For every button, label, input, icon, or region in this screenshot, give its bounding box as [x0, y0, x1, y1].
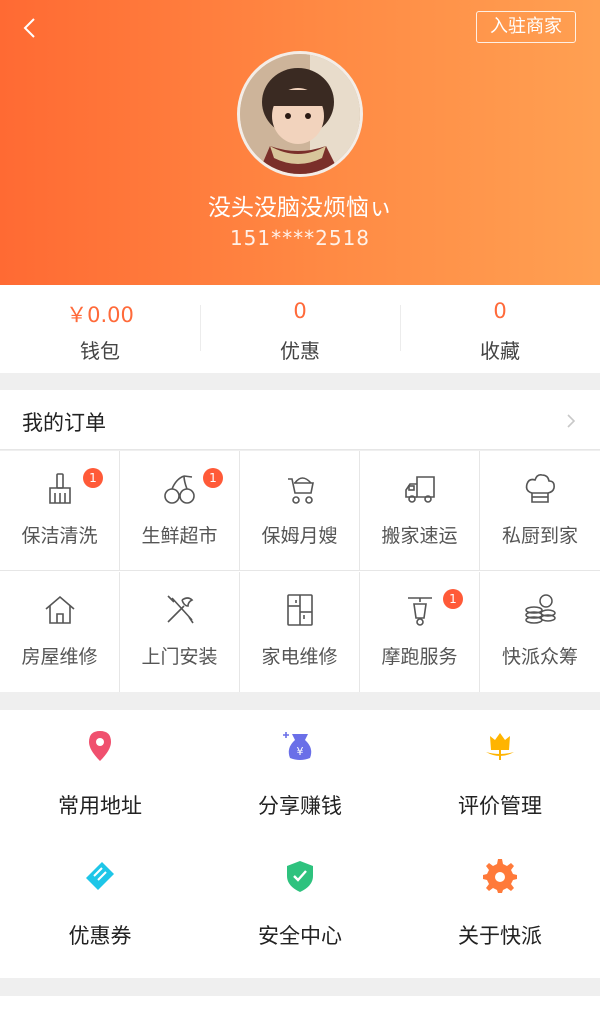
- gear-icon: [483, 859, 517, 893]
- service-moving[interactable]: 搬家速运: [360, 451, 480, 571]
- svg-text:¥: ¥: [297, 745, 304, 758]
- tool-common-address[interactable]: 常用地址: [0, 710, 200, 840]
- tool-label: 关于快派: [458, 924, 542, 948]
- service-crowdfunding[interactable]: 快派众筹: [480, 572, 600, 692]
- tool-label: 评价管理: [458, 794, 542, 818]
- favorites-label: 收藏: [480, 339, 520, 363]
- profile-header: 入驻商家 没头没脑没烦恼ぃ 151****2518: [0, 0, 600, 285]
- account-stats: ￥0.00 钱包 0 优惠 0 收藏: [0, 285, 600, 373]
- tool-label: 安全中心: [258, 924, 342, 948]
- service-house-repair[interactable]: 房屋维修: [0, 571, 120, 692]
- service-private-chef[interactable]: 私厨到家: [480, 451, 600, 571]
- tool-panel: 常用地址 ¥ 分享赚钱 评价管理 优惠券 安全中心 关于快派: [0, 710, 600, 978]
- favorites-stat[interactable]: 0 收藏: [400, 285, 600, 373]
- avatar[interactable]: [237, 51, 363, 177]
- service-label: 生鲜超市: [141, 525, 218, 547]
- chevron-left-icon[interactable]: [14, 10, 50, 46]
- tool-security-center[interactable]: 安全中心: [200, 840, 400, 970]
- fridge-icon: [287, 593, 313, 626]
- my-orders-title: 我的订单: [22, 411, 106, 435]
- tool-about[interactable]: 关于快派: [400, 840, 600, 970]
- chef-hat-icon: [525, 474, 555, 503]
- tool-label: 优惠券: [68, 924, 132, 948]
- my-orders-row[interactable]: 我的订单: [0, 390, 600, 450]
- service-label: 保洁清洗: [21, 525, 98, 547]
- service-installation[interactable]: 上门安装: [120, 571, 240, 692]
- tool-label: 分享赚钱: [258, 794, 342, 818]
- service-label: 保姆月嫂: [261, 525, 338, 547]
- tools-icon: [167, 594, 194, 623]
- wallet-value: ￥0.00: [66, 303, 134, 327]
- stroller-icon: [288, 477, 314, 504]
- service-moto-run[interactable]: 1 摩跑服务: [360, 571, 480, 692]
- merchant-join-button[interactable]: 入驻商家: [476, 11, 576, 43]
- wallet-stat[interactable]: ￥0.00 钱包: [0, 285, 200, 373]
- wallet-label: 钱包: [80, 339, 120, 363]
- money-bag-icon: ¥: [283, 732, 312, 760]
- service-label: 快派众筹: [501, 645, 578, 668]
- service-appliance-repair[interactable]: 家电维修: [240, 571, 360, 692]
- flower-icon: [486, 733, 514, 760]
- service-label: 家电维修: [261, 645, 338, 668]
- service-fresh-market[interactable]: 1 生鲜超市: [120, 451, 240, 571]
- truck-icon: [405, 476, 435, 503]
- avatar-photo: [240, 54, 360, 174]
- tool-label: 常用地址: [58, 794, 142, 818]
- badge: 1: [443, 588, 463, 609]
- username: 没头没脑没烦恼ぃ: [208, 195, 392, 221]
- badge: 1: [203, 468, 223, 488]
- service-label: 摩跑服务: [381, 645, 458, 668]
- discount-label: 优惠: [280, 339, 320, 363]
- scooter-icon: [408, 596, 432, 626]
- service-nanny[interactable]: 保姆月嫂: [240, 451, 360, 571]
- bottom-section-edge: [0, 996, 600, 1010]
- service-label: 搬家速运: [381, 525, 458, 547]
- phone-number: 151****2518: [229, 226, 371, 250]
- discount-value: 0: [293, 299, 307, 323]
- tool-share-earn[interactable]: ¥ 分享赚钱: [200, 710, 400, 840]
- location-pin-icon: [89, 731, 111, 761]
- shield-check-icon: [287, 861, 313, 892]
- service-grid: 1 保洁清洗 1 生鲜超市 保姆月嫂 搬家速运 私厨到家 房屋维修 上门安装 家…: [0, 451, 600, 692]
- house-icon: [45, 595, 75, 624]
- coins-icon: [525, 593, 556, 624]
- broom-icon: [49, 473, 71, 504]
- tool-coupons[interactable]: 优惠券: [0, 840, 200, 970]
- coupon-icon: [86, 862, 114, 890]
- service-label: 房屋维修: [21, 645, 98, 668]
- favorites-value: 0: [493, 299, 507, 323]
- service-label: 上门安装: [141, 645, 218, 668]
- discount-stat[interactable]: 0 优惠: [200, 285, 400, 373]
- tool-review-management[interactable]: 评价管理: [400, 710, 600, 840]
- chevron-right-icon: [567, 414, 576, 428]
- badge: 1: [83, 468, 103, 488]
- service-cleaning[interactable]: 1 保洁清洗: [0, 451, 120, 571]
- service-label: 私厨到家: [501, 525, 578, 547]
- cherries-icon: [164, 475, 195, 504]
